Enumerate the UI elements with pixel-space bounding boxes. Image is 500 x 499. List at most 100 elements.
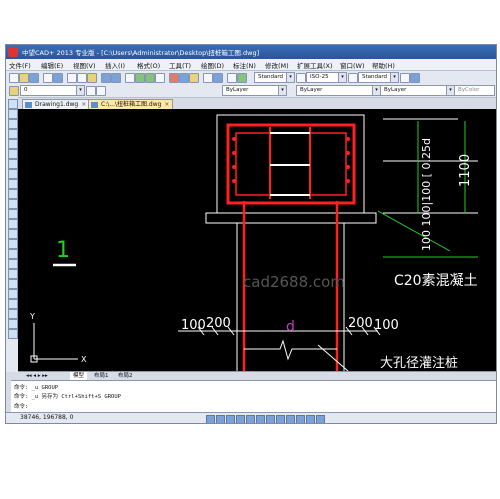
boundary-icon[interactable] [8, 299, 18, 309]
donut-icon[interactable] [8, 309, 18, 319]
layer-state-icon[interactable] [9, 86, 19, 96]
new-file-icon[interactable] [9, 73, 19, 83]
menu-format[interactable]: 格式(O) [137, 60, 160, 70]
match-prop-icon[interactable] [237, 73, 247, 83]
chevron-down-icon: ▾ [338, 73, 346, 82]
menu-draw[interactable]: 绘图(D) [201, 60, 224, 70]
dyn-toggle-icon[interactable] [286, 415, 295, 423]
color-select[interactable]: ByLayer ▾ [222, 85, 287, 96]
redo-icon[interactable] [111, 73, 121, 83]
insert-block-icon[interactable] [8, 209, 18, 219]
chevron-down-icon: ▾ [76, 86, 84, 95]
watermark: cad2688.com [243, 273, 345, 291]
copy-icon[interactable] [77, 73, 87, 83]
osnap-toggle-icon[interactable] [246, 415, 255, 423]
help-icon[interactable] [213, 73, 223, 83]
region-icon[interactable] [8, 259, 18, 269]
dim-style-select[interactable]: ISO-25 ▾ [306, 72, 347, 83]
tool-misc-2-icon[interactable] [8, 329, 18, 339]
point-icon[interactable] [8, 229, 18, 239]
chevron-down-icon: ▾ [278, 86, 286, 95]
menu-file[interactable]: 文件(F) [9, 60, 31, 70]
layer-manager-icon[interactable] [227, 73, 237, 83]
line-icon[interactable] [8, 99, 18, 109]
annotation-scale-icon[interactable] [296, 415, 305, 423]
lock-icon[interactable] [316, 415, 325, 423]
calculator-icon[interactable] [203, 73, 213, 83]
close-icon[interactable]: × [164, 101, 169, 108]
save-icon[interactable] [29, 73, 39, 83]
make-block-icon[interactable] [8, 219, 18, 229]
menu-edit[interactable]: 编辑(E) [41, 60, 63, 70]
layer-select[interactable]: 0 ▾ [20, 85, 85, 96]
pan-icon[interactable] [125, 73, 135, 83]
ucs-label-y: Y [29, 312, 35, 321]
menu-view[interactable]: 视图(V) [73, 60, 96, 70]
polygon-icon[interactable] [8, 129, 18, 139]
rectangle-icon[interactable] [8, 139, 18, 149]
menu-window[interactable]: 窗口(W) [340, 60, 365, 70]
ellipse-icon[interactable] [8, 189, 18, 199]
paste-icon[interactable] [87, 73, 97, 83]
note-pile: 大孔径灌注桩 [380, 356, 458, 371]
table-icon[interactable] [8, 269, 18, 279]
lineweight-toggle-icon[interactable] [266, 415, 275, 423]
make-current-layer-icon[interactable] [86, 86, 96, 96]
table-style-select[interactable]: Standard ▾ [358, 72, 399, 83]
chevron-down-icon: ▾ [446, 86, 454, 95]
command-history-line: 命令: _u 另存为 Ctrl+Shift+S GROUP [14, 394, 121, 400]
close-icon[interactable]: × [81, 101, 86, 108]
command-prompt[interactable]: 命令: [14, 402, 28, 410]
circle-icon[interactable] [8, 159, 18, 169]
ortho-toggle-icon[interactable] [226, 415, 235, 423]
menu-ext-tools[interactable]: 扩展工具(X) [297, 60, 333, 70]
grid-toggle-icon[interactable] [216, 415, 225, 423]
preview-icon[interactable] [53, 73, 63, 83]
spline-icon[interactable] [8, 179, 18, 189]
tool-misc-icon[interactable] [8, 319, 18, 329]
zoom-previous-icon[interactable] [155, 73, 165, 83]
menu-insert[interactable]: 插入(I) [105, 60, 125, 70]
text-style-select[interactable]: Standard ▾ [254, 72, 295, 83]
otrack-toggle-icon[interactable] [256, 415, 265, 423]
menu-tools[interactable]: 工具(T) [169, 60, 191, 70]
revcloud-icon[interactable] [8, 169, 18, 179]
menu-dimension[interactable]: 标注(N) [233, 60, 256, 70]
linetype-select[interactable]: ByLayer ▾ [296, 85, 381, 96]
ellipse-arc-icon[interactable] [8, 199, 18, 209]
undo-icon[interactable] [101, 73, 111, 83]
workspace-icon[interactable] [306, 415, 315, 423]
extra-tool-icon[interactable] [410, 73, 420, 83]
cut-icon[interactable] [67, 73, 77, 83]
model-toggle-icon[interactable] [276, 415, 285, 423]
mtext-icon[interactable] [8, 279, 18, 289]
drawing-svg: 1100 100 100|100 [ 0.25d C20素混凝土 1 cad26… [29, 114, 478, 379]
properties-icon[interactable] [169, 73, 179, 83]
menu-help[interactable]: 帮助(H) [372, 60, 395, 70]
plotstyle-select[interactable]: ByColor [454, 85, 495, 96]
menu-modify[interactable]: 修改(M) [265, 60, 289, 70]
tool-palette-icon[interactable] [189, 73, 199, 83]
zoom-window-icon[interactable] [145, 73, 155, 83]
polyline-icon[interactable] [8, 119, 18, 129]
dim-style-icon[interactable] [296, 73, 306, 83]
snap-toggle-icon[interactable] [206, 415, 215, 423]
dwg-file-icon [25, 102, 32, 108]
open-file-icon[interactable] [19, 73, 29, 83]
hatch-icon[interactable] [8, 239, 18, 249]
drawing-canvas[interactable]: 1100 100 100|100 [ 0.25d C20素混凝土 1 cad26… [18, 109, 496, 379]
construction-line-icon[interactable] [8, 109, 18, 119]
zoom-realtime-icon[interactable] [135, 73, 145, 83]
lineweight-select[interactable]: ByLayer ▾ [380, 85, 455, 96]
layer-previous-icon[interactable] [96, 86, 106, 96]
label-d: d [286, 319, 295, 335]
wipeout-icon[interactable] [8, 289, 18, 299]
command-window[interactable]: 命令: _u GROUP 命令: _u 另存为 Ctrl+Shift+S GRO… [11, 380, 496, 413]
polar-toggle-icon[interactable] [236, 415, 245, 423]
arc-icon[interactable] [8, 149, 18, 159]
print-icon[interactable] [43, 73, 53, 83]
table-style-icon[interactable] [348, 73, 358, 83]
multileader-style-icon[interactable] [400, 73, 410, 83]
gradient-icon[interactable] [8, 249, 18, 259]
design-center-icon[interactable] [179, 73, 189, 83]
